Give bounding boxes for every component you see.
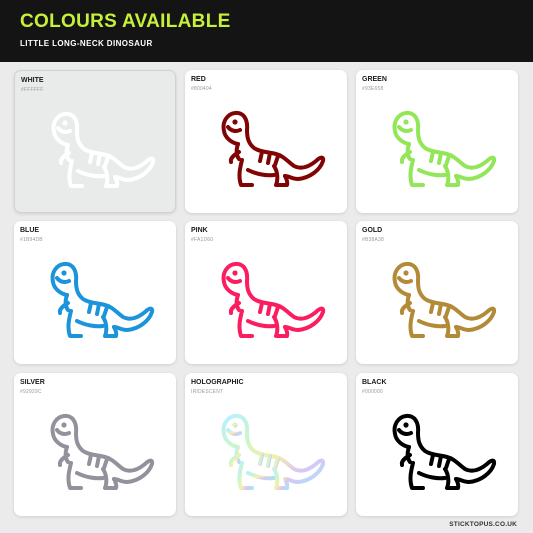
dinosaur-eye [403, 270, 409, 276]
dinosaur-eye [232, 422, 238, 428]
swatch-code: #93E658 [362, 86, 384, 92]
swatch-card-pink[interactable]: PINK #FA1D60 [185, 221, 347, 364]
swatch-name: WHITE [21, 77, 44, 84]
swatch-name: PINK [191, 227, 208, 234]
swatch-code: #B38A38 [362, 237, 384, 243]
dinosaur-icon [50, 413, 155, 490]
page-title: COLOURS AVAILABLE [20, 11, 231, 32]
dinosaur-eye [232, 119, 238, 125]
swatch-name: HOLOGRAPHIC [191, 379, 244, 386]
page-subtitle: LITTLE LONG-NECK DINOSAUR [20, 39, 153, 48]
swatch-code: #800404 [191, 86, 212, 92]
dinosaur-icon [221, 413, 326, 490]
page-header: COLOURS AVAILABLE LITTLE LONG-NECK DINOS… [0, 0, 533, 62]
swatch-code: #FFFFFF [21, 87, 44, 93]
swatch-name: GOLD [362, 227, 383, 234]
dinosaur-eye [403, 422, 409, 428]
swatch-card-holographic[interactable]: HOLOGRAPHIC IRIDESCENT [185, 373, 347, 516]
dinosaur-icon [221, 261, 326, 338]
dinosaur-icon [392, 261, 497, 338]
swatch-code: IRIDESCENT [191, 389, 224, 395]
dinosaur-icon [392, 110, 497, 187]
dinosaur-icon [221, 110, 326, 187]
swatch-name: BLUE [20, 227, 40, 234]
swatch-card-blue[interactable]: BLUE #1B94DB [14, 221, 176, 364]
dinosaur-icon [51, 111, 156, 188]
swatch-name: RED [191, 76, 206, 83]
dinosaur-icon [50, 261, 155, 338]
dinosaur-icon [392, 413, 497, 490]
dinosaur-eye [62, 120, 68, 126]
brand-footer: STICKTOPUS.CO.UK [449, 521, 517, 528]
swatch-card-red[interactable]: RED #800404 [185, 70, 347, 213]
swatch-card-white[interactable]: WHITE #FFFFFF [14, 70, 176, 213]
swatch-card-black[interactable]: BLACK #000000 [356, 373, 518, 516]
swatch-name: GREEN [362, 76, 387, 83]
dinosaur-eye [61, 422, 67, 428]
swatch-card-silver[interactable]: SILVER #92929C [14, 373, 176, 516]
swatch-code: #1B94DB [20, 237, 43, 243]
dinosaur-eye [232, 270, 238, 276]
swatch-name: BLACK [362, 379, 387, 386]
dinosaur-eye [61, 270, 67, 276]
dinosaur-eye [403, 119, 409, 125]
swatch-code: #FA1D60 [191, 237, 214, 243]
swatch-name: SILVER [20, 379, 45, 386]
swatch-code: #92929C [20, 389, 42, 395]
swatch-card-green[interactable]: GREEN #93E658 [356, 70, 518, 213]
swatch-card-gold[interactable]: GOLD #B38A38 [356, 221, 518, 364]
swatch-code: #000000 [362, 389, 383, 395]
